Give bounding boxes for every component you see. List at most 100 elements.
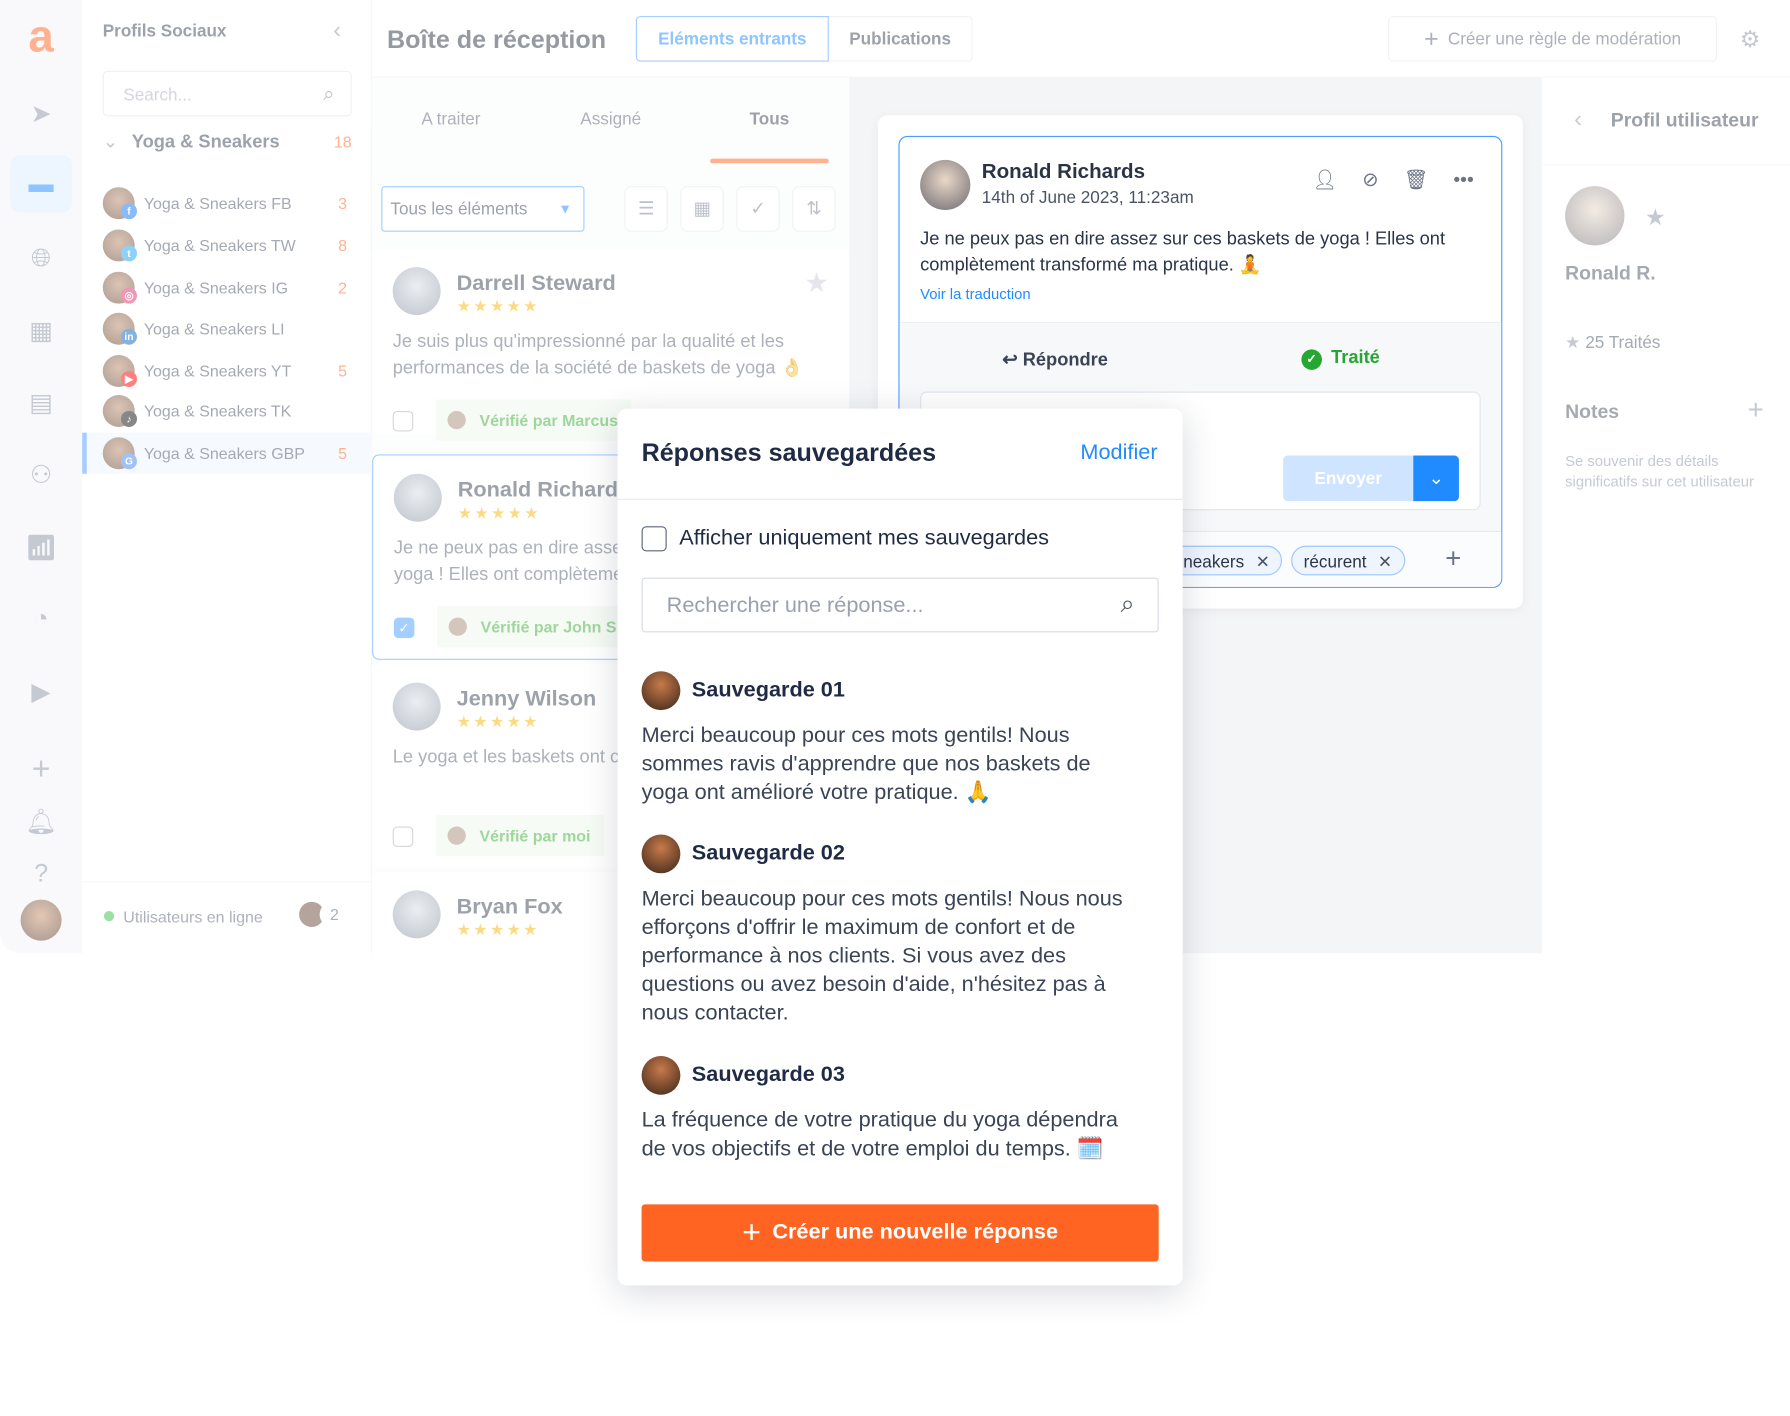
saved-reply-avatar bbox=[641, 1055, 681, 1095]
bell-icon[interactable]: 🔔︎ bbox=[21, 801, 62, 842]
tag-chip[interactable]: récurent ✕ bbox=[1291, 545, 1405, 576]
network-icon: ♪ bbox=[121, 410, 137, 427]
hide-icon[interactable]: ⊘ bbox=[1362, 169, 1378, 192]
author-avatar bbox=[392, 267, 441, 316]
user-avatar[interactable] bbox=[20, 899, 62, 941]
verified-badge: Vérifié par moi bbox=[436, 815, 605, 857]
saved-reply-avatar bbox=[641, 834, 681, 874]
saved-reply-avatar bbox=[641, 671, 681, 711]
select-checkbox[interactable] bbox=[392, 826, 414, 848]
processed-button[interactable]: ✓ Traité bbox=[1301, 348, 1380, 370]
media-icon[interactable]: ▶ bbox=[21, 671, 62, 712]
star-icon[interactable]: ★ bbox=[1645, 203, 1665, 232]
verified-badge: Vérifié par Marcus bbox=[436, 399, 632, 441]
reply-button[interactable]: ↩ Répondre bbox=[1002, 348, 1108, 371]
help-icon[interactable]: ? bbox=[21, 853, 62, 894]
divider bbox=[617, 498, 1183, 501]
page-title: Boîte de réception bbox=[386, 25, 607, 54]
user-profile-panel: ‹ Profil utilisateur ★ Ronald R. ★ 25 Tra… bbox=[1541, 77, 1790, 954]
caret-down-icon: ▼ bbox=[558, 200, 572, 217]
collapse-chevron-icon[interactable]: ‹ bbox=[333, 18, 341, 44]
sidebar-title: Profils Sociaux bbox=[102, 21, 227, 42]
select-checkbox[interactable]: ✓ bbox=[393, 617, 415, 639]
chevron-down-icon: ⌄ bbox=[102, 132, 119, 152]
filter-select[interactable]: Tous les éléments ▼ bbox=[381, 186, 585, 232]
users-icon[interactable]: ⚇ bbox=[21, 454, 62, 495]
plus-icon[interactable]: + bbox=[21, 749, 62, 790]
reply-search-input[interactable]: Rechercher une réponse... ⌕ bbox=[641, 577, 1159, 633]
network-icon: ▶ bbox=[121, 371, 137, 387]
network-icon: G bbox=[121, 453, 137, 470]
calendar-button[interactable]: ▦ bbox=[680, 186, 724, 232]
calendar-icon[interactable]: ▦ bbox=[21, 311, 62, 352]
add-note-icon[interactable]: + bbox=[1748, 395, 1764, 427]
plus-icon: + bbox=[1424, 23, 1439, 53]
send-options-chevron-icon[interactable]: ⌄ bbox=[1413, 455, 1459, 502]
select-checkbox[interactable] bbox=[392, 410, 414, 432]
inbox-icon[interactable]: ▬ bbox=[21, 163, 62, 204]
sidebar-item-profile[interactable]: in Yoga & Sneakers LI bbox=[82, 308, 372, 349]
tab-assigned[interactable]: Assigné bbox=[542, 110, 679, 129]
gear-icon[interactable]: ⚙ bbox=[1740, 25, 1760, 54]
sidebar-item-profile[interactable]: ◎ Yoga & Sneakers IG 2 bbox=[82, 267, 372, 308]
rating-stars: ★★★★★ bbox=[456, 296, 540, 316]
online-dot bbox=[103, 910, 115, 922]
top-header: Boîte de réception Eléments entrants Pub… bbox=[372, 0, 1790, 78]
check-button[interactable]: ✓ bbox=[736, 186, 780, 232]
network-icon: in bbox=[121, 328, 137, 345]
popup-title: Réponses sauvegardées bbox=[641, 438, 937, 467]
translate-link[interactable]: Voir la traduction bbox=[920, 285, 1031, 302]
author-avatar bbox=[393, 473, 442, 522]
back-chevron-icon[interactable]: ‹ bbox=[1574, 107, 1582, 133]
message-card[interactable]: Darrell Steward ★★★★★ ★ Je suis plus qu'imp… bbox=[372, 248, 850, 441]
message-date: 14th of June 2023, 11:23am bbox=[981, 188, 1194, 208]
verified-badge: Vérifié par John S. bbox=[437, 606, 635, 648]
dashboard-icon[interactable]: ◔ bbox=[21, 598, 62, 639]
sidebar-item-profile[interactable]: ♪ Yoga & Sneakers TK bbox=[82, 390, 372, 431]
star-icon[interactable]: ★ bbox=[804, 267, 829, 300]
more-icon[interactable]: ••• bbox=[1453, 169, 1473, 192]
saved-replies-popup: Réponses sauvegardées Modifier Afficher … bbox=[617, 408, 1183, 1286]
icon-rail: a ➤ ▬ 🌐︎ ▦ ▤ ⚇ 📶︎ ◔ ▶ + 🔔︎ ? bbox=[0, 0, 83, 954]
search-icon: ⌕ bbox=[322, 82, 335, 106]
author-avatar bbox=[392, 682, 441, 731]
globe-search-icon[interactable]: 🌐︎ bbox=[21, 237, 62, 278]
author-avatar bbox=[920, 159, 971, 211]
send-button[interactable]: Envoyer bbox=[1283, 455, 1414, 502]
tab-all[interactable]: Tous bbox=[701, 110, 838, 129]
network-icon: f bbox=[121, 203, 137, 220]
author-avatar bbox=[392, 890, 441, 939]
profile-avatar bbox=[1565, 186, 1625, 246]
social-profiles-sidebar: Profils Sociaux ‹ Search... ⌕ ⌄ Yoga & Sne… bbox=[82, 0, 373, 954]
create-rule-button[interactable]: + Créer une règle de modération bbox=[1388, 15, 1717, 62]
add-tag-icon[interactable]: + bbox=[1445, 543, 1461, 575]
assign-user-icon[interactable]: 👤︎ bbox=[1312, 169, 1337, 192]
rating-stars: ★★★★★ bbox=[456, 920, 540, 939]
send-icon[interactable]: ➤ bbox=[21, 94, 62, 135]
remove-tag-icon[interactable]: ✕ bbox=[1378, 553, 1392, 572]
sort-button[interactable]: ⇅ bbox=[792, 186, 836, 232]
create-reply-button[interactable]: + Créer une nouvelle réponse bbox=[641, 1204, 1159, 1262]
planner-icon[interactable]: ▤ bbox=[21, 382, 62, 423]
only-mine-label[interactable]: Afficher uniquement mes sauvegardes bbox=[679, 526, 1049, 551]
sidebar-item-profile[interactable]: G Yoga & Sneakers GBP 5 bbox=[82, 432, 373, 474]
sidebar-item-profile[interactable]: ▶ Yoga & Sneakers YT 5 bbox=[82, 350, 372, 391]
app-logo: a bbox=[28, 11, 54, 62]
message-text: Je ne peux pas en dire assez sur ces bas… bbox=[920, 229, 1446, 276]
rating-stars: ★★★★★ bbox=[456, 712, 540, 731]
filter-settings-button[interactable]: ☰ bbox=[624, 186, 668, 232]
tab-publications[interactable]: Publications bbox=[828, 15, 973, 62]
tab-incoming[interactable]: Eléments entrants bbox=[635, 15, 829, 62]
remove-tag-icon[interactable]: ✕ bbox=[1256, 553, 1270, 572]
sidebar-item-profile[interactable]: f Yoga & Sneakers FB 3 bbox=[82, 183, 372, 224]
profile-group[interactable]: ⌄ Yoga & Sneakers 18 bbox=[103, 130, 352, 153]
tab-to-process[interactable]: A traiter bbox=[382, 110, 519, 129]
only-mine-checkbox[interactable] bbox=[641, 526, 667, 552]
sidebar-search-input[interactable]: Search... ⌕ bbox=[102, 70, 352, 117]
active-tab-underline bbox=[710, 158, 829, 164]
analytics-icon[interactable]: 📶︎ bbox=[21, 527, 62, 568]
sidebar-item-profile[interactable]: t Yoga & Sneakers TW 8 bbox=[82, 225, 372, 266]
trash-icon[interactable]: 🗑︎ bbox=[1404, 169, 1429, 192]
edit-link[interactable]: Modifier bbox=[1080, 441, 1157, 466]
search-icon: ⌕ bbox=[1120, 589, 1135, 618]
